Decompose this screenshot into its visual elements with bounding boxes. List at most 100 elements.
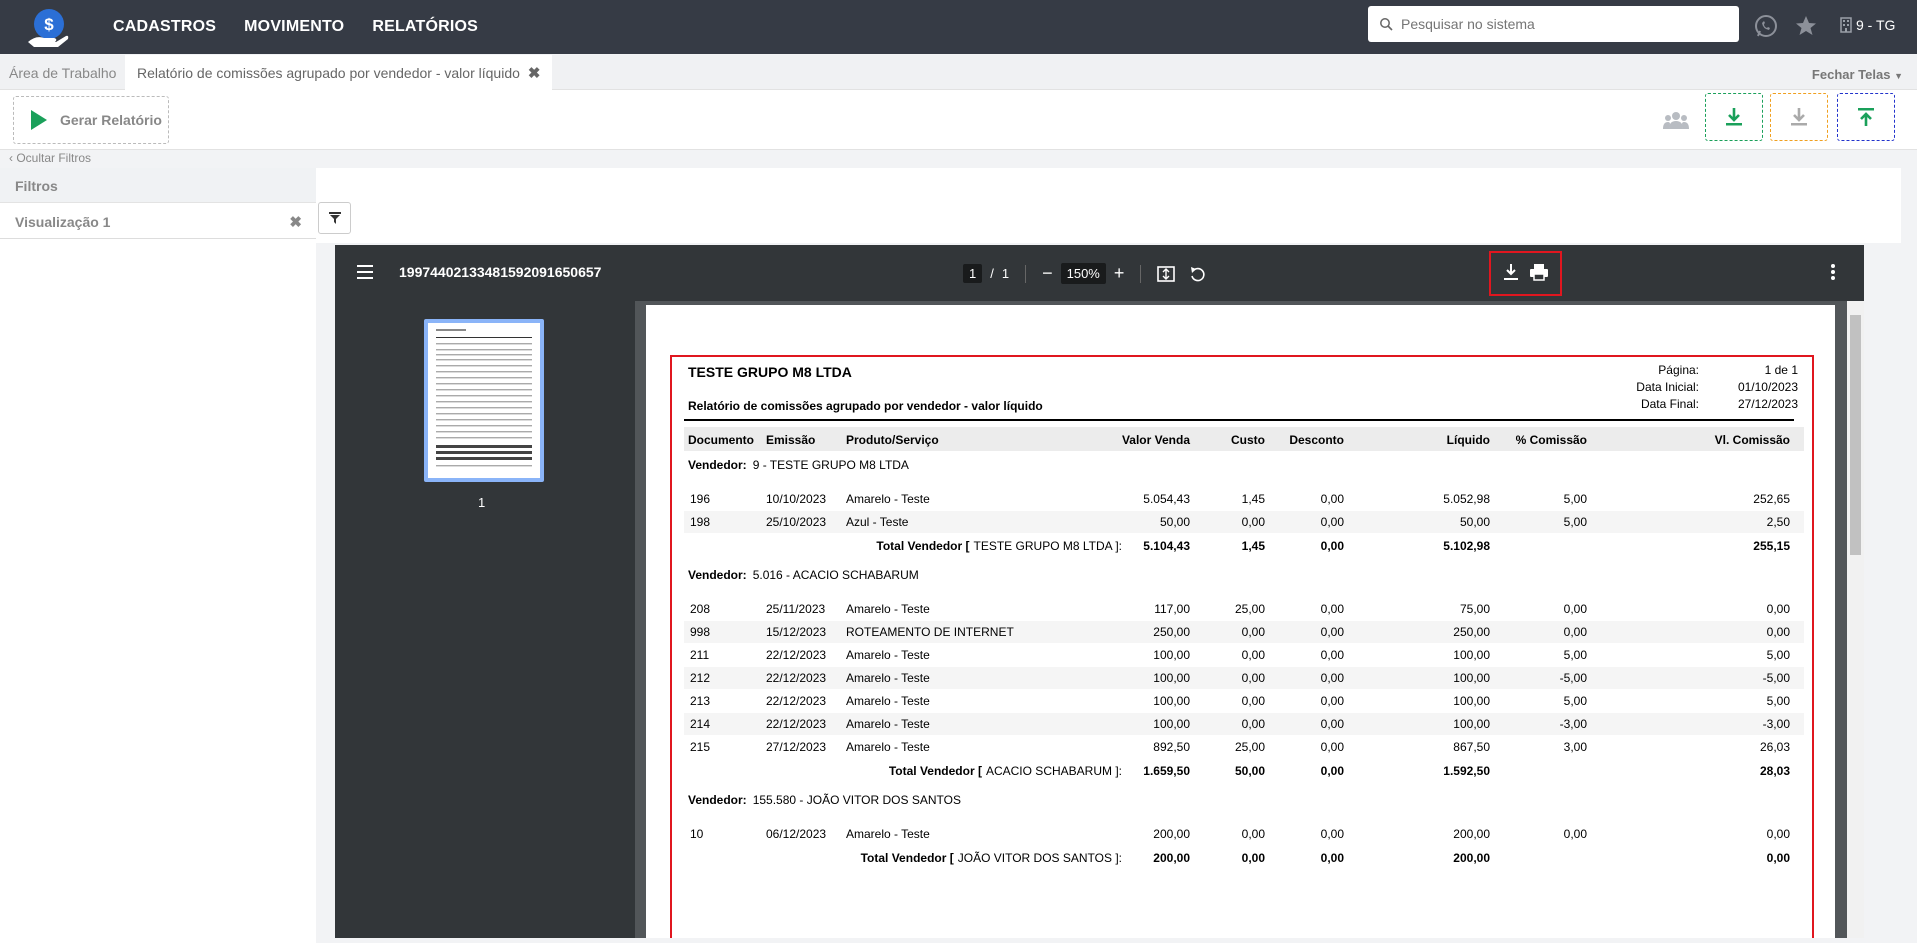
vendor-name: 9 - TESTE GRUPO M8 LTDA [752, 458, 909, 472]
table-cell: 75,00 [1459, 602, 1490, 616]
zoom-input[interactable]: 150% [1060, 263, 1106, 284]
table-cell: 100,00 [1453, 694, 1490, 708]
caret-down-icon: ▼ [1894, 71, 1903, 81]
close-icon[interactable]: ✖ [289, 213, 302, 231]
separator [1140, 264, 1142, 283]
page-thumbnail[interactable] [424, 319, 544, 482]
table-row: 196 10/10/2023 Amarelo - Teste 5.054,43 1,45… [684, 488, 1804, 510]
column-header: Vl. Comissão [1714, 433, 1790, 447]
meta-value: 1 de 1 [1764, 363, 1798, 377]
filters-title: Filtros [0, 168, 316, 203]
tab-report-label: Relatório de comissões agrupado por vend… [137, 64, 520, 81]
hide-filters-link[interactable]: ‹ Ocultar Filtros [9, 151, 91, 165]
separator [1025, 264, 1027, 283]
upload-button[interactable] [1837, 93, 1895, 141]
table-cell: 0,00 [1241, 515, 1265, 529]
star-icon[interactable] [1793, 13, 1819, 39]
thumbnail-panel: 1 [335, 301, 635, 938]
vendor-name: 155.580 - JOÃO VITOR DOS SANTOS [752, 793, 961, 807]
table-cell: -3,00 [1762, 717, 1790, 731]
nav-relatorios[interactable]: RELATÓRIOS [372, 18, 478, 36]
table-cell: 0,00 [1320, 625, 1344, 639]
table-cell: 2,50 [1766, 515, 1790, 529]
table-cell: 5,00 [1563, 515, 1587, 529]
download-icon [1791, 108, 1807, 126]
table-cell: 0,00 [1241, 648, 1265, 662]
table-row: 208 25/11/2023 Amarelo - Teste 117,00 25,00 0… [684, 598, 1804, 620]
nav-cadastros[interactable]: CADASTROS [113, 18, 216, 36]
thumbnail-page-number: 1 [478, 495, 486, 510]
table-cell: 5.052,98 [1443, 492, 1490, 506]
chevron-left-icon: ‹ [9, 151, 13, 165]
close-all-tabs-button[interactable]: Fechar Telas ▼ [1812, 67, 1903, 82]
tab-work-area[interactable]: Área de Trabalho [9, 55, 116, 90]
search-box[interactable] [1368, 6, 1739, 42]
tabs-bar: Área de Trabalho Relatório de comissões … [0, 55, 1917, 90]
company-label: 9 - TG [1856, 17, 1896, 33]
total-cell: 5.102,98 [1443, 539, 1490, 553]
table-row: 215 27/12/2023 Amarelo - Teste 892,50 25,00 0… [684, 736, 1804, 758]
total-row: Total Vendedor [ACACIO SCHABARUM ]: 1.659… [684, 760, 1804, 782]
upload-icon [1858, 108, 1874, 126]
tab-report[interactable]: Relatório de comissões agrupado por vend… [125, 55, 553, 90]
total-cell: 0,00 [1320, 764, 1344, 778]
table-cell: 0,00 [1241, 827, 1265, 841]
table-cell: 213 [690, 694, 711, 708]
table-cell: 22/12/2023 [766, 717, 827, 731]
table-cell: 3,00 [1563, 740, 1587, 754]
total-cell: 50,00 [1234, 764, 1265, 778]
view-item[interactable]: Visualização 1 ✖ [0, 203, 316, 239]
table-cell: 25/11/2023 [766, 602, 826, 616]
page-nav: 1 / 1 − 150% + [963, 263, 1207, 284]
table-cell: 100,00 [1153, 694, 1190, 708]
users-icon[interactable] [1663, 110, 1689, 130]
nav-movimento[interactable]: MOVIMENTO [244, 18, 344, 36]
building-icon [1840, 17, 1852, 33]
table-cell: 196 [690, 492, 711, 506]
svg-text:$: $ [44, 15, 54, 34]
table-cell: 0,00 [1766, 602, 1790, 616]
export-green-button[interactable] [1705, 93, 1763, 141]
column-header: % Comissão [1515, 433, 1587, 447]
table-cell: 5,00 [1563, 492, 1587, 506]
logo-icon[interactable]: $ [22, 2, 72, 52]
page-input[interactable]: 1 [963, 264, 983, 283]
column-header: Valor Venda [1121, 433, 1190, 447]
pdf-toolbar: 19974402133481592091650657 1 / 1 − 150% … [335, 245, 1864, 301]
company-selector[interactable]: 9 - TG [1840, 17, 1895, 33]
export-orange-button[interactable] [1770, 93, 1828, 141]
more-options-icon[interactable] [1831, 263, 1835, 281]
table-cell: Amarelo - Teste [846, 694, 930, 708]
table-cell: 0,00 [1563, 625, 1587, 639]
table-cell: 27/12/2023 [766, 740, 827, 754]
pdf-scrollbar[interactable] [1847, 301, 1864, 938]
meta-value: 27/12/2023 [1737, 397, 1798, 411]
table-cell: 208 [690, 602, 711, 616]
total-prefix: Total Vendedor [ [860, 851, 954, 865]
filter-toggle-button[interactable] [318, 202, 351, 234]
zoom-out-icon[interactable]: − [1042, 263, 1053, 284]
table-cell: 0,00 [1320, 717, 1344, 731]
table-cell: 0,00 [1320, 671, 1344, 685]
total-cell: 0,00 [1320, 539, 1344, 553]
search-input[interactable] [1401, 16, 1701, 32]
fit-page-icon[interactable] [1157, 265, 1176, 283]
table-cell: 214 [690, 717, 711, 731]
table-header: Documento Emissão Produto/Serviço Valor … [684, 427, 1804, 451]
table-cell: -5,00 [1762, 671, 1790, 685]
menu-icon[interactable] [357, 265, 373, 279]
table-cell: 250,00 [1153, 625, 1190, 639]
total-cell: 5.104,43 [1143, 539, 1190, 553]
rotate-icon[interactable] [1189, 265, 1207, 283]
filters-sidebar: Filtros Visualização 1 ✖ [0, 168, 316, 943]
scrollbar-thumb[interactable] [1850, 315, 1861, 555]
table-cell: 06/12/2023 [766, 827, 827, 841]
table-cell: 0,00 [1241, 625, 1265, 639]
close-icon[interactable]: ✖ [528, 64, 541, 82]
generate-report-button[interactable]: Gerar Relatório [13, 96, 169, 144]
column-header: Documento [688, 433, 754, 447]
whatsapp-icon[interactable] [1753, 13, 1779, 39]
table-cell: 5,00 [1766, 648, 1790, 662]
total-cell: 200,00 [1153, 851, 1190, 865]
zoom-in-icon[interactable]: + [1114, 263, 1125, 284]
